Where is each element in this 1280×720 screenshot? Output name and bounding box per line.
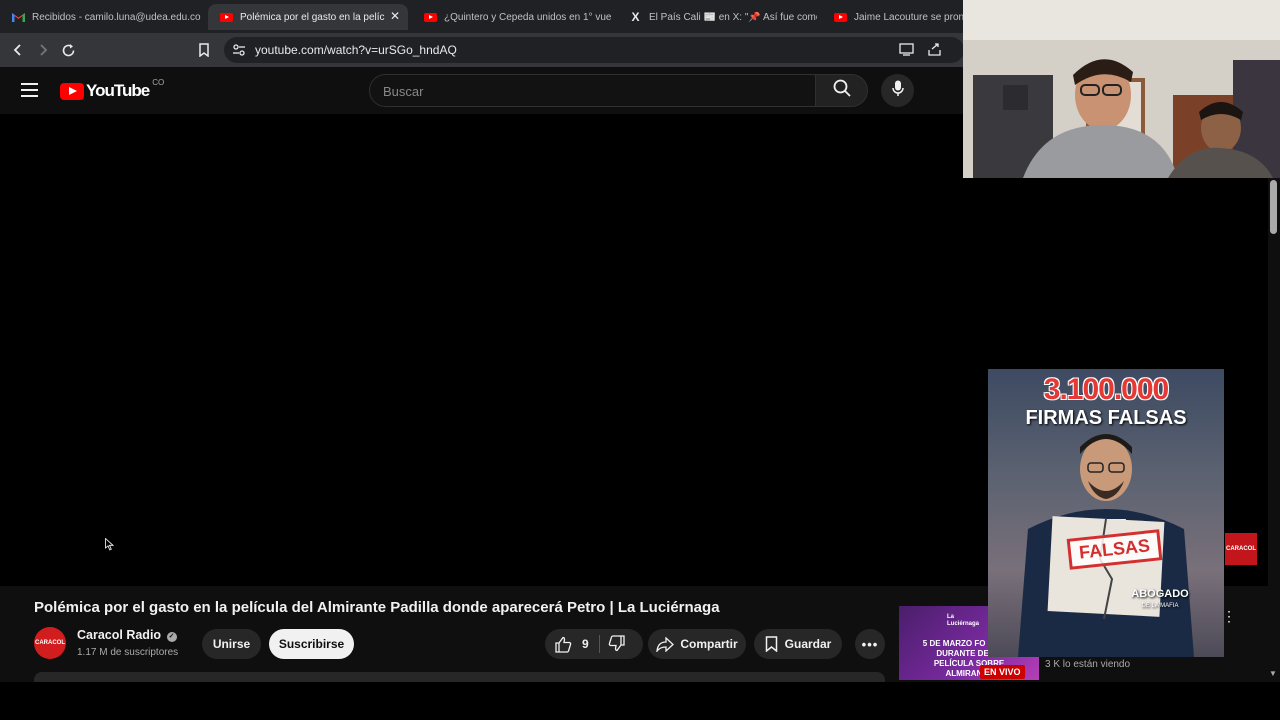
channel-name: Caracol Radio	[77, 628, 162, 642]
country-code: CO	[152, 77, 165, 87]
gmail-icon	[12, 11, 25, 24]
viewers-count: 3 K lo están viendo	[1045, 659, 1131, 670]
save-label: Guardar	[784, 637, 832, 651]
back-icon[interactable]	[8, 40, 28, 60]
channel-avatar[interactable]: CARACOL	[34, 627, 66, 659]
microphone-icon	[891, 80, 904, 102]
search-icon	[833, 79, 851, 102]
youtube-icon	[220, 11, 233, 24]
live-badge: EN VIVO	[980, 665, 1025, 679]
poster-subtitle-main: ABOGADO	[1131, 588, 1189, 600]
join-button[interactable]: Unirse	[202, 629, 261, 659]
tab-youtube-active[interactable]: Polémica por el gasto en la película ✕	[208, 4, 408, 30]
youtube-logo[interactable]: YouTube CO	[60, 77, 165, 101]
poster-number: 3.100.000	[1043, 373, 1169, 406]
share-icon	[656, 636, 675, 652]
recommended-logo: La Luciérnaga	[947, 614, 980, 627]
more-vertical-icon[interactable]: ⋮	[1222, 608, 1236, 625]
like-dislike-divider	[599, 635, 600, 653]
save-bookmark-icon	[765, 636, 778, 652]
share-label: Compartir	[680, 637, 738, 651]
channel-avatar-text: CARACOL	[35, 640, 65, 646]
tab-title: Polémica por el gasto en la película	[240, 11, 385, 23]
tab-title: El País Cali 📰 en X: "📌 Así fue como	[649, 11, 817, 23]
close-tab-icon[interactable]: ✕	[390, 9, 400, 23]
page-scrollbar[interactable]	[1268, 178, 1280, 682]
x-icon: X	[631, 10, 640, 24]
tab-title: ¿Quintero y Cepeda unidos en 1° vuelta	[444, 11, 612, 23]
search-button[interactable]	[816, 74, 868, 107]
video-title: Polémica por el gasto en la película del…	[34, 599, 720, 616]
like-button[interactable]: 9	[545, 629, 643, 659]
cast-icon[interactable]	[899, 43, 914, 61]
save-button[interactable]: Guardar	[754, 629, 842, 659]
subscribe-button[interactable]: Suscribirse	[269, 629, 354, 659]
more-horizontal-icon: •••	[861, 636, 879, 652]
poster-image: 3.100.000 FIRMAS FALSAS FALSAS ABOGADO D…	[988, 369, 1224, 657]
voice-search-button[interactable]	[881, 74, 914, 107]
poster-subtitle-small: DE LA MAFIA	[1141, 603, 1179, 609]
tab-youtube-quintero[interactable]: ¿Quintero y Cepeda unidos en 1° vuelta	[412, 4, 612, 30]
search-placeholder: Buscar	[383, 84, 424, 99]
more-actions-button[interactable]: •••	[855, 629, 885, 659]
reload-icon[interactable]	[58, 40, 78, 60]
tab-gmail[interactable]: Recibidos - camilo.luna@udea.edu.co	[0, 4, 205, 30]
description-box[interactable]	[34, 672, 885, 682]
share-button[interactable]: Compartir	[648, 629, 746, 659]
webcam-video-image	[963, 0, 1280, 178]
scroll-down-icon[interactable]: ▼	[1269, 669, 1277, 678]
caracol-watermark-text: CARACOL	[1226, 546, 1256, 552]
address-bar[interactable]: youtube.com/watch?v=urSGo_hndAQ	[224, 37, 964, 63]
thumbs-up-icon	[555, 636, 572, 653]
site-settings-icon[interactable]	[232, 43, 246, 62]
youtube-logo-icon	[60, 82, 84, 100]
youtube-logo-text: YouTube	[86, 81, 150, 100]
forward-icon[interactable]	[33, 40, 53, 60]
webcam-overlay	[963, 0, 1280, 178]
bookmark-icon[interactable]	[194, 40, 214, 60]
tab-x-elpais[interactable]: X El País Cali 📰 en X: "📌 Así fue como	[617, 4, 817, 30]
dislike-button[interactable]	[608, 635, 625, 657]
poster-subtitle: ABOGADO DE LA MAFIA	[1120, 588, 1200, 612]
caracol-watermark: CARACOL	[1225, 533, 1257, 565]
mouse-cursor-icon	[105, 537, 115, 556]
scrollbar-thumb[interactable]	[1270, 180, 1277, 234]
tab-title: Jaime Lacouture se pronuncia	[854, 11, 963, 23]
search-input[interactable]: Buscar	[369, 74, 816, 107]
thumbs-down-icon	[608, 635, 625, 656]
share-page-icon[interactable]	[927, 42, 942, 62]
tab-youtube-lacouture[interactable]: Jaime Lacouture se pronuncia	[822, 4, 963, 30]
verified-badge-icon: ✓	[166, 632, 177, 642]
poster-headline: FIRMAS FALSAS	[1025, 407, 1187, 429]
bottom-black-bar	[0, 682, 1280, 720]
youtube-icon	[424, 11, 437, 24]
subscriber-count: 1.17 M de suscriptores	[77, 647, 179, 658]
channel-name-link[interactable]: Caracol Radio ✓	[77, 628, 177, 642]
youtube-icon	[834, 11, 847, 24]
like-count: 9	[582, 637, 589, 651]
url-text: youtube.com/watch?v=urSGo_hndAQ	[255, 43, 457, 57]
hamburger-menu-icon[interactable]	[21, 83, 39, 102]
tab-title: Recibidos - camilo.luna@udea.edu.co	[32, 11, 201, 23]
